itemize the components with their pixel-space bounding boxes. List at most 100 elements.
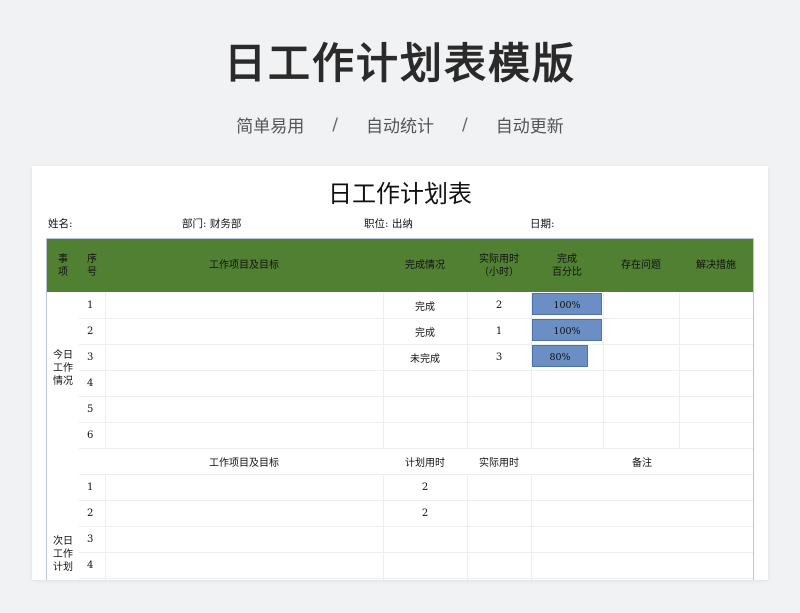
row-seq: 3: [87, 351, 94, 363]
row-seq: 4: [87, 377, 94, 389]
row-seq: 6: [87, 429, 94, 441]
row-hours[interactable]: 3: [467, 344, 531, 370]
grid-line: [105, 474, 106, 580]
row-status[interactable]: [383, 396, 467, 422]
row-actual-time[interactable]: [467, 500, 531, 526]
header-task: 工作项目及目标: [209, 260, 279, 271]
row-issues[interactable]: [603, 396, 679, 422]
table-row[interactable]: 6: [47, 422, 753, 448]
tag-easy: 简单易用: [236, 117, 305, 137]
row-seq: 4: [87, 559, 94, 571]
row-plan-time[interactable]: [383, 552, 467, 578]
table-row[interactable]: 4: [47, 370, 753, 396]
row-seq: 2: [87, 325, 94, 337]
row-seq: 1: [87, 299, 94, 311]
table-row[interactable]: 3: [47, 526, 753, 552]
row-task[interactable]: [105, 500, 383, 526]
grid-line: [79, 370, 753, 371]
header-seq: 序 号: [87, 253, 97, 278]
row-task[interactable]: [105, 318, 383, 344]
grid-line: [79, 396, 753, 397]
row-solutions[interactable]: [679, 396, 753, 422]
next-header-plan-time: 计划用时: [405, 457, 445, 469]
document-title: 日工作计划表: [328, 180, 472, 208]
row-solutions[interactable]: [679, 422, 753, 448]
row-hours[interactable]: 1: [467, 318, 531, 344]
row-plan-time[interactable]: 2: [383, 474, 467, 500]
row-hours[interactable]: [467, 370, 531, 396]
row-solutions[interactable]: [679, 292, 753, 318]
tag-auto-stats: 自动统计: [366, 117, 434, 137]
row-issues[interactable]: [603, 370, 679, 396]
row-status[interactable]: [383, 422, 467, 448]
grid-line: [79, 318, 753, 319]
department-field[interactable]: 部门: 财务部: [182, 216, 241, 231]
row-seq: 3: [87, 533, 94, 545]
row-notes[interactable]: [531, 500, 753, 526]
row-actual-time[interactable]: [467, 526, 531, 552]
name-field[interactable]: 姓名:: [48, 216, 73, 231]
header-pct: 完成 百分比: [552, 253, 582, 278]
grid-line: [531, 292, 532, 448]
grid-line: [79, 500, 753, 501]
row-hours[interactable]: 2: [467, 292, 531, 318]
row-notes[interactable]: [531, 552, 753, 578]
table-row[interactable]: 2 完成 1 100%: [47, 318, 753, 344]
row-status[interactable]: [383, 370, 467, 396]
next-header-actual-time: 实际用时: [479, 457, 519, 469]
grid-line: [79, 474, 753, 475]
completion-pct-label: 80%: [549, 351, 571, 363]
grid-line: [79, 578, 753, 579]
row-task[interactable]: [105, 422, 383, 448]
row-issues[interactable]: [603, 292, 679, 318]
row-hours[interactable]: [467, 422, 531, 448]
row-task[interactable]: [105, 292, 383, 318]
completion-pct-label: 100%: [553, 299, 581, 311]
row-status[interactable]: 未完成: [383, 344, 467, 370]
next-group-label: 次日 工作 计划: [53, 536, 73, 573]
row-plan-time[interactable]: [383, 526, 467, 552]
row-task[interactable]: [105, 526, 383, 552]
row-seq: 2: [87, 507, 94, 519]
header-status: 完成情况: [405, 260, 445, 271]
next-day-header: 工作项目及目标 计划用时 实际用时 备注: [47, 448, 753, 474]
table-row[interactable]: 4: [47, 552, 753, 578]
row-task[interactable]: [105, 370, 383, 396]
row-solutions[interactable]: [679, 344, 753, 370]
row-task[interactable]: [105, 396, 383, 422]
row-solutions[interactable]: [679, 318, 753, 344]
table-row[interactable]: 1 完成 2 100%: [47, 292, 753, 318]
row-notes[interactable]: [531, 526, 753, 552]
row-notes[interactable]: [531, 474, 753, 500]
table-row[interactable]: 5: [47, 396, 753, 422]
row-plan-time[interactable]: 2: [383, 500, 467, 526]
header-actual-time: 实际用时 （小时）: [479, 253, 519, 278]
row-task[interactable]: [105, 474, 383, 500]
header-solutions: 解决措施: [696, 260, 736, 271]
row-actual-time[interactable]: [467, 552, 531, 578]
row-solutions[interactable]: [679, 370, 753, 396]
row-hours[interactable]: [467, 396, 531, 422]
page-title: 日工作计划表模版: [223, 39, 576, 88]
row-status[interactable]: 完成: [383, 292, 467, 318]
date-field[interactable]: 日期:: [530, 216, 555, 231]
row-issues[interactable]: [603, 344, 679, 370]
position-field[interactable]: 职位: 出纳: [364, 216, 413, 231]
grid-line: [383, 474, 384, 580]
grid-line: [79, 448, 753, 449]
row-actual-time[interactable]: [467, 474, 531, 500]
grid-line: [467, 474, 468, 580]
table-header: 事 项 序 号 工作项目及目标 完成情况 实际用时 （小时） 完成 百分比 存在…: [47, 239, 753, 292]
row-task[interactable]: [105, 552, 383, 578]
table-row[interactable]: 3 未完成 3 80%: [47, 344, 753, 370]
grid-line: [79, 344, 753, 345]
grid-line: [79, 526, 753, 527]
row-issues[interactable]: [603, 422, 679, 448]
row-issues[interactable]: [603, 318, 679, 344]
grid-line: [679, 292, 680, 448]
grid-line: [383, 292, 384, 448]
table-row[interactable]: 12: [47, 474, 753, 500]
row-task[interactable]: [105, 344, 383, 370]
row-status[interactable]: 完成: [383, 318, 467, 344]
table-row[interactable]: 22: [47, 500, 753, 526]
